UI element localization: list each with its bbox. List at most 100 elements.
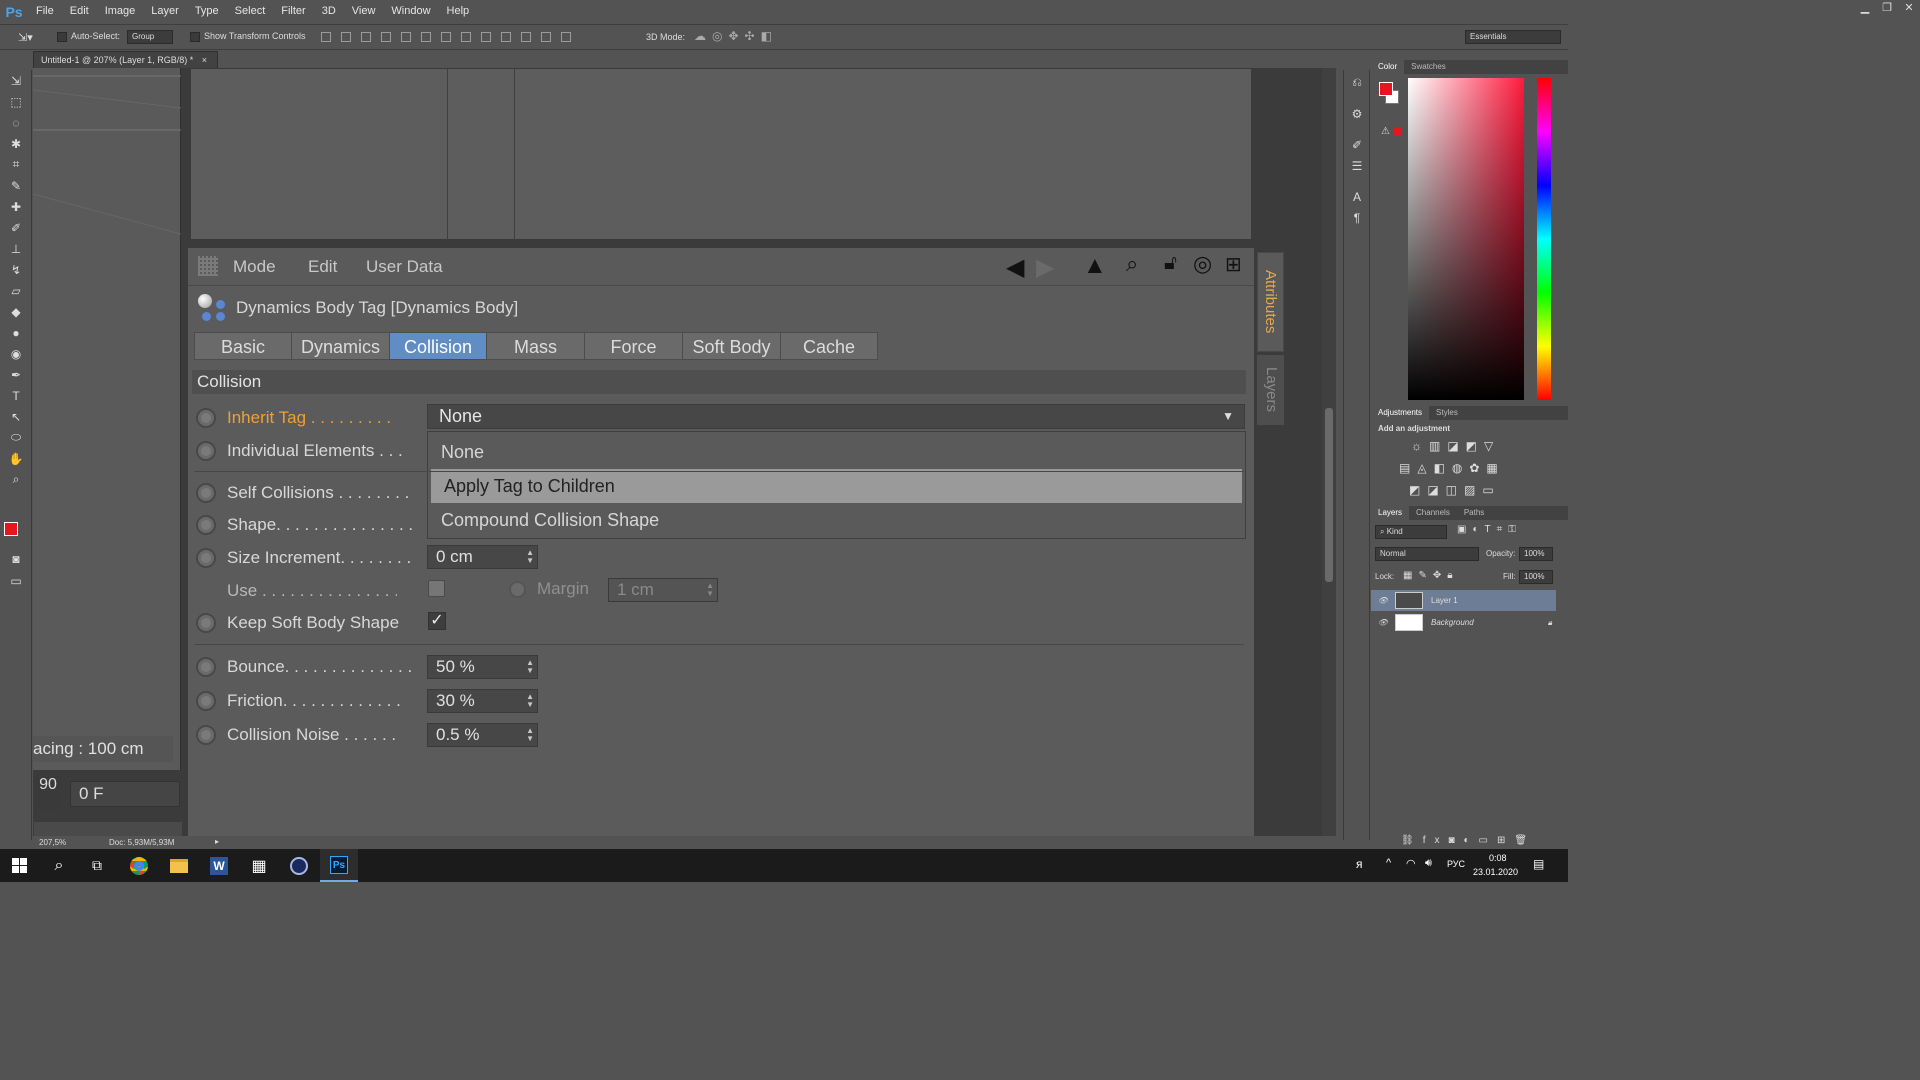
move-tool-icon[interactable]: ⇲▾ bbox=[18, 31, 33, 44]
eyedropper-tool-icon[interactable]: ✎ bbox=[0, 175, 32, 196]
shape-tool-icon[interactable]: ⬭ bbox=[0, 427, 32, 448]
clock-time[interactable]: 0:08 bbox=[1489, 853, 1507, 863]
marquee-tool-icon[interactable]: ⬚ bbox=[0, 91, 32, 112]
zoom-level[interactable]: 207,5% bbox=[39, 838, 66, 847]
animate-radio[interactable] bbox=[196, 657, 216, 677]
size-increment-field[interactable]: 0 cm ▲ ▼ bbox=[427, 545, 538, 569]
tab-collision[interactable]: Collision bbox=[389, 332, 487, 360]
menu-file[interactable]: File bbox=[28, 0, 62, 23]
healing-tool-icon[interactable]: ✚ bbox=[0, 196, 32, 217]
type-tool-icon[interactable]: T bbox=[0, 385, 32, 406]
wifi-icon[interactable]: ◠ bbox=[1406, 857, 1416, 870]
quick-mask-icon[interactable]: ◙ bbox=[0, 548, 32, 569]
clock-date[interactable]: 23.01.2020 bbox=[1473, 867, 1518, 877]
blend-mode-dropdown[interactable]: Normal bbox=[1375, 547, 1479, 561]
animate-radio[interactable] bbox=[196, 613, 216, 633]
adjustment-icons-row2[interactable]: ▤◬◧◍✿▦ bbox=[1399, 461, 1505, 475]
friction-field[interactable]: 30 % ▲ ▼ bbox=[427, 689, 538, 713]
blur-tool-icon[interactable]: ● bbox=[0, 322, 32, 343]
bucket-tool-icon[interactable]: ◆ bbox=[0, 301, 32, 322]
layer-filter-dropdown[interactable]: ⌕ Kind bbox=[1375, 525, 1447, 539]
brush-tool-icon[interactable]: ✐ bbox=[0, 217, 32, 238]
use-checkbox[interactable] bbox=[428, 580, 445, 597]
c4d-viewport[interactable] bbox=[190, 68, 1252, 241]
side-tab-attributes[interactable]: Attributes bbox=[1257, 252, 1284, 352]
tab-swatches[interactable]: Swatches bbox=[1404, 60, 1453, 74]
menu-edit-attr[interactable]: Edit bbox=[308, 257, 337, 277]
menu-mode[interactable]: Mode bbox=[233, 257, 276, 277]
chrome-icon[interactable] bbox=[120, 849, 158, 882]
document-tab[interactable]: Untitled-1 @ 207% (Layer 1, RGB/8) * × bbox=[33, 51, 218, 68]
tray-chevron-icon[interactable]: ^ bbox=[1386, 857, 1391, 869]
option-compound-collision-shape[interactable]: Compound Collision Shape bbox=[428, 503, 1245, 537]
menu-user-data[interactable]: User Data bbox=[366, 257, 443, 277]
menu-layer[interactable]: Layer bbox=[143, 0, 187, 23]
brush-panel-icon[interactable]: ✐ bbox=[1344, 134, 1370, 155]
animate-radio[interactable] bbox=[196, 691, 216, 711]
scroll-thumb[interactable] bbox=[1325, 408, 1333, 582]
tool-presets-icon[interactable]: ☰ bbox=[1344, 155, 1370, 176]
collision-noise-field[interactable]: 0.5 % ▲ ▼ bbox=[427, 723, 538, 747]
tab-paths[interactable]: Paths bbox=[1457, 506, 1491, 520]
vertical-scrollbar[interactable] bbox=[1322, 68, 1336, 836]
people-icon[interactable]: ᴙ bbox=[1356, 857, 1363, 871]
forward-arrow-icon[interactable]: ▶ bbox=[1036, 253, 1054, 282]
spinner-arrows-icon[interactable]: ▲ ▼ bbox=[526, 659, 534, 675]
animate-radio[interactable] bbox=[196, 483, 216, 503]
animate-radio[interactable] bbox=[196, 548, 216, 568]
lock-icon[interactable]: 🔓︎ bbox=[1164, 252, 1177, 275]
photoshop-taskbar-icon[interactable]: Ps bbox=[320, 849, 358, 882]
lasso-tool-icon[interactable]: ◌ bbox=[0, 112, 32, 133]
menu-edit[interactable]: Edit bbox=[62, 0, 97, 23]
tab-force[interactable]: Force bbox=[584, 332, 683, 360]
tab-dynamics[interactable]: Dynamics bbox=[291, 332, 390, 360]
character-icon[interactable]: A bbox=[1344, 186, 1370, 207]
history-icon[interactable]: ⎌ bbox=[1344, 72, 1370, 93]
workspace-dropdown[interactable]: Essentials bbox=[1465, 30, 1561, 44]
close-button[interactable]: ✕ bbox=[1898, 0, 1920, 18]
tab-layers[interactable]: Layers bbox=[1371, 506, 1410, 520]
menu-image[interactable]: Image bbox=[97, 0, 144, 23]
search-icon[interactable]: ⌕ bbox=[40, 849, 78, 882]
layer-filter-icons[interactable]: ▣◐T⌗⚿ bbox=[1457, 524, 1522, 535]
crop-tool-icon[interactable]: ⌗ bbox=[0, 154, 32, 175]
menu-select[interactable]: Select bbox=[227, 0, 274, 23]
animate-radio[interactable] bbox=[196, 408, 216, 428]
show-transform-checkbox[interactable]: Show Transform Controls bbox=[190, 31, 306, 42]
auto-select-checkbox[interactable]: Auto-Select: bbox=[57, 31, 120, 42]
keep-soft-body-checkbox[interactable]: ✓ bbox=[428, 612, 446, 630]
tab-color[interactable]: Color bbox=[1371, 60, 1405, 74]
word-icon[interactable]: W bbox=[200, 849, 238, 882]
frame-field[interactable]: 0 F bbox=[70, 781, 180, 807]
calculator-icon[interactable]: ▦ bbox=[240, 849, 278, 882]
move-tool-icon[interactable]: ⇲ bbox=[0, 70, 32, 91]
layer-row-layer1[interactable]: 👁︎ Layer 1 bbox=[1371, 590, 1556, 611]
fg-color-swatch[interactable] bbox=[1379, 82, 1393, 96]
zoom-tool-icon[interactable]: ⌕ bbox=[0, 469, 32, 490]
gamut-swatch[interactable] bbox=[1393, 127, 1401, 135]
notification-icon[interactable]: ▤ bbox=[1533, 857, 1544, 871]
layers-bottom-icons[interactable]: ⛓fx◙◐▭⊞🗑︎ bbox=[1401, 835, 1536, 846]
option-none[interactable]: None bbox=[428, 435, 1245, 469]
tab-mass[interactable]: Mass bbox=[486, 332, 585, 360]
search-icon[interactable]: ⌕ bbox=[1126, 251, 1138, 277]
status-arrow-icon[interactable]: ▸ bbox=[215, 837, 219, 846]
cinema4d-icon[interactable] bbox=[280, 849, 318, 882]
foreground-color-swatch[interactable] bbox=[4, 522, 18, 536]
tab-channels[interactable]: Channels bbox=[1409, 506, 1457, 520]
hue-slider[interactable] bbox=[1537, 78, 1551, 400]
task-view-icon[interactable]: ⧉ bbox=[78, 849, 116, 882]
tab-adjustments[interactable]: Adjustments bbox=[1371, 406, 1430, 420]
menu-type[interactable]: Type bbox=[187, 0, 227, 23]
lock-icons[interactable]: ▦✎✥🔒︎ bbox=[1403, 570, 1459, 581]
bounce-field[interactable]: 50 % ▲ ▼ bbox=[427, 655, 538, 679]
option-apply-tag-to-children[interactable]: Apply Tag to Children bbox=[431, 469, 1242, 503]
language-indicator[interactable]: РУС bbox=[1447, 859, 1465, 869]
tab-styles[interactable]: Styles bbox=[1429, 406, 1465, 420]
side-tab-layers[interactable]: Layers bbox=[1257, 355, 1284, 425]
hand-tool-icon[interactable]: ✋ bbox=[0, 448, 32, 469]
menu-view[interactable]: View bbox=[344, 0, 384, 23]
eye-icon[interactable]: 👁︎ bbox=[1371, 596, 1395, 605]
minimize-button[interactable]: ▁ bbox=[1854, 0, 1876, 18]
layer-row-background[interactable]: 👁︎ Background 🔒︎ bbox=[1371, 612, 1556, 633]
